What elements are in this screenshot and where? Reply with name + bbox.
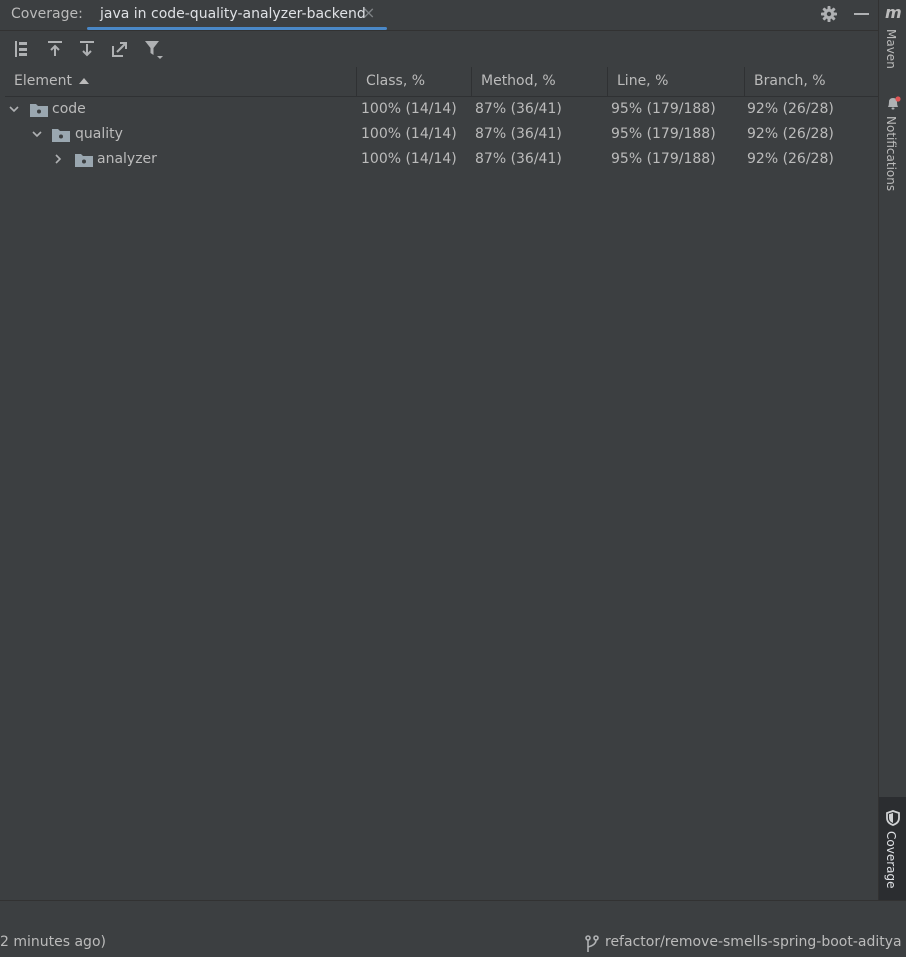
branch-icon <box>584 935 600 957</box>
tab-title: java in code-quality-analyzer-backend <box>100 6 366 22</box>
coverage-title-label: Coverage: <box>11 6 83 22</box>
line-coverage-value: 95% (179/188) <box>611 151 716 167</box>
column-header-class-label: Class, % <box>366 73 426 89</box>
class-coverage-value: 100% (14/14) <box>361 101 457 117</box>
hierarchy-icon[interactable] <box>12 39 32 59</box>
method-coverage-value: 87% (36/41) <box>475 151 562 167</box>
tool-window-header: Coverage: java in code-quality-analyzer-… <box>0 0 878 31</box>
class-coverage-value: 100% (14/14) <box>361 126 457 142</box>
column-header-class[interactable]: Class, % <box>357 67 472 96</box>
maven-label: Maven <box>884 29 898 69</box>
column-header-line-label: Line, % <box>617 73 669 89</box>
package-folder-icon <box>75 152 93 167</box>
coverage-toolbar <box>0 31 878 66</box>
chevron-down-icon[interactable] <box>31 128 43 140</box>
status-message: 2 minutes ago) <box>0 934 106 950</box>
column-header-element-label: Element <box>14 73 72 89</box>
coverage-tool-button[interactable]: Coverage <box>879 797 906 900</box>
maven-tool-button[interactable]: m Maven <box>879 3 906 71</box>
gear-icon[interactable] <box>819 4 839 28</box>
table-row[interactable]: analyzer 100% (14/14) 87% (36/41) 95% (1… <box>5 147 878 172</box>
branch-coverage-value: 92% (26/28) <box>747 126 834 142</box>
column-header-branch-label: Branch, % <box>754 73 826 89</box>
export-up-icon[interactable] <box>45 39 65 59</box>
navigate-icon[interactable] <box>110 39 130 59</box>
chevron-right-icon[interactable] <box>52 153 64 165</box>
notifications-label: Notifications <box>884 116 898 192</box>
class-coverage-value: 100% (14/14) <box>361 151 457 167</box>
method-coverage-value: 87% (36/41) <box>475 126 562 142</box>
tree-item-label: analyzer <box>97 151 157 167</box>
bell-icon <box>885 95 901 115</box>
coverage-tool-window: Coverage: java in code-quality-analyzer-… <box>0 0 878 900</box>
branch-name: refactor/remove-smells-spring-boot-adity… <box>605 934 902 950</box>
close-tab-icon[interactable]: × <box>362 3 375 22</box>
sort-ascending-icon <box>79 78 89 84</box>
line-coverage-value: 95% (179/188) <box>611 101 716 117</box>
column-header-branch[interactable]: Branch, % <box>745 67 878 96</box>
chevron-down-icon[interactable] <box>8 103 20 115</box>
table-row[interactable]: quality 100% (14/14) 87% (36/41) 95% (17… <box>5 122 878 147</box>
active-tab-indicator <box>87 27 387 30</box>
maven-icon: m <box>885 3 902 22</box>
tree-item-label: quality <box>75 126 123 142</box>
right-tool-stripe: m Maven Notifications Coverage <box>878 0 906 900</box>
filter-icon[interactable] <box>143 39 163 59</box>
notifications-tool-button[interactable]: Notifications <box>879 93 906 193</box>
package-folder-icon <box>52 127 70 142</box>
package-folder-icon <box>30 102 48 117</box>
table-row[interactable]: code 100% (14/14) 87% (36/41) 95% (179/1… <box>5 97 878 122</box>
coverage-label: Coverage <box>884 831 898 889</box>
import-down-icon[interactable] <box>77 39 97 59</box>
shield-icon <box>886 810 900 830</box>
tree-item-label: code <box>52 101 86 117</box>
branch-coverage-value: 92% (26/28) <box>747 101 834 117</box>
column-header-line[interactable]: Line, % <box>608 67 745 96</box>
tab-coverage-suite[interactable]: java in code-quality-analyzer-backend × <box>87 0 387 30</box>
minimize-icon[interactable] <box>852 4 872 28</box>
status-bar: 2 minutes ago) refactor/remove-smells-sp… <box>0 900 906 953</box>
method-coverage-value: 87% (36/41) <box>475 101 562 117</box>
branch-coverage-value: 92% (26/28) <box>747 151 834 167</box>
column-header-method-label: Method, % <box>481 73 556 89</box>
column-header-method[interactable]: Method, % <box>472 67 608 96</box>
line-coverage-value: 95% (179/188) <box>611 126 716 142</box>
column-header-element[interactable]: Element <box>5 67 357 96</box>
table-header: Element Class, % Method, % Line, % Branc… <box>5 67 878 97</box>
